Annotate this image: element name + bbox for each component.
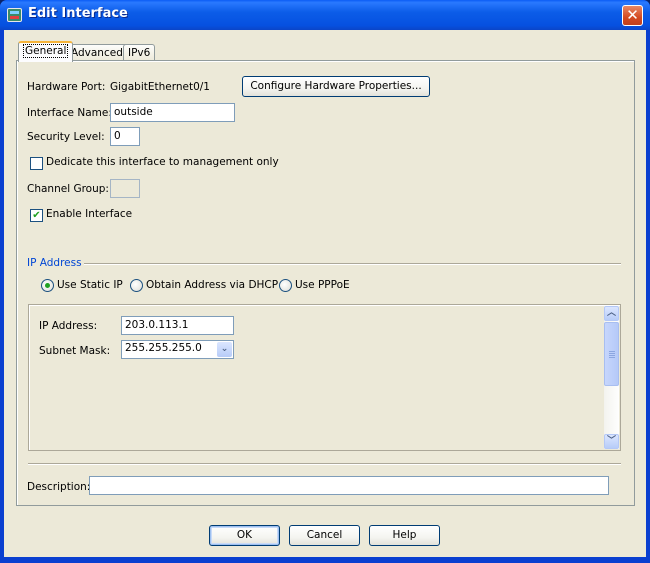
subnet-mask-value: 255.255.255.0 [125, 342, 202, 354]
vertical-scrollbar[interactable]: ︿ ﹀ [604, 306, 619, 449]
grip-line [609, 353, 615, 354]
grip-line [609, 355, 615, 356]
grip-line [609, 357, 615, 358]
dhcp-radio[interactable] [130, 279, 143, 292]
grip-line [609, 351, 615, 352]
close-icon: ✕ [626, 6, 639, 24]
static-ip-panel: IP Address: 203.0.113.1 Subnet Mask: 255… [28, 304, 621, 451]
scroll-down-button[interactable]: ﹀ [604, 434, 619, 449]
tab-ipv6-label: IPv6 [128, 47, 151, 59]
chevron-down-icon[interactable]: ⌄ [217, 342, 232, 357]
ip-address-label: IP Address: [39, 320, 98, 332]
dialog-client-area: General Advanced IPv6 Hardware Port: Gig… [4, 30, 646, 559]
ip-address-section-title: IP Address [27, 257, 82, 269]
ok-button[interactable]: OK [209, 525, 280, 546]
subnet-mask-select[interactable]: 255.255.255.0 ⌄ [121, 340, 234, 359]
hardware-port-label: Hardware Port: [27, 81, 106, 93]
scroll-up-button[interactable]: ︿ [604, 306, 619, 321]
scroll-thumb[interactable] [604, 322, 619, 386]
tab-general-label: General [23, 44, 69, 58]
cancel-button[interactable]: Cancel [289, 525, 360, 546]
tab-general[interactable]: General [18, 41, 74, 62]
check-icon: ✔ [32, 210, 41, 221]
pppoe-label: Use PPPoE [295, 279, 350, 291]
window-frame-bottom [0, 557, 650, 563]
close-button[interactable]: ✕ [622, 5, 643, 26]
use-static-ip-radio[interactable] [41, 279, 54, 292]
tab-advanced-label: Advanced [71, 47, 123, 59]
window-frame-right [646, 30, 650, 563]
chevron-down-icon: ﹀ [606, 436, 616, 446]
channel-group-input[interactable] [110, 179, 140, 198]
use-static-ip-label: Use Static IP [57, 279, 123, 291]
title-bar[interactable]: Edit Interface ✕ [0, 0, 650, 30]
help-button[interactable]: Help [369, 525, 440, 546]
description-separator [28, 463, 621, 465]
window-title: Edit Interface [28, 6, 128, 21]
security-level-input[interactable]: 0 [110, 127, 140, 146]
ip-section-separator [84, 263, 621, 265]
ip-address-input[interactable]: 203.0.113.1 [121, 316, 234, 335]
dhcp-label: Obtain Address via DHCP [146, 279, 279, 291]
enable-interface-checkbox[interactable]: ✔ [30, 209, 43, 222]
pppoe-radio[interactable] [279, 279, 292, 292]
tab-advanced[interactable]: Advanced [66, 44, 128, 61]
chevron-up-icon: ︿ [606, 308, 616, 318]
channel-group-label: Channel Group: [27, 183, 109, 195]
management-only-label: Dedicate this interface to management on… [46, 156, 279, 168]
management-only-checkbox[interactable] [30, 157, 43, 170]
edit-interface-dialog: Edit Interface ✕ General Advanced IPv6 H… [0, 0, 650, 563]
interface-name-label: Interface Name: [27, 107, 112, 119]
enable-interface-label: Enable Interface [46, 208, 133, 220]
tab-ipv6[interactable]: IPv6 [123, 44, 156, 61]
description-label: Description: [27, 481, 91, 493]
description-input[interactable] [89, 476, 609, 495]
hardware-port-value: GigabitEthernet0/1 [110, 81, 210, 93]
subnet-mask-label: Subnet Mask: [39, 345, 111, 357]
app-icon [7, 8, 22, 22]
configure-hardware-properties-button[interactable]: Configure Hardware Properties... [242, 76, 430, 97]
interface-name-input[interactable]: outside [110, 103, 235, 122]
security-level-label: Security Level: [27, 131, 105, 143]
